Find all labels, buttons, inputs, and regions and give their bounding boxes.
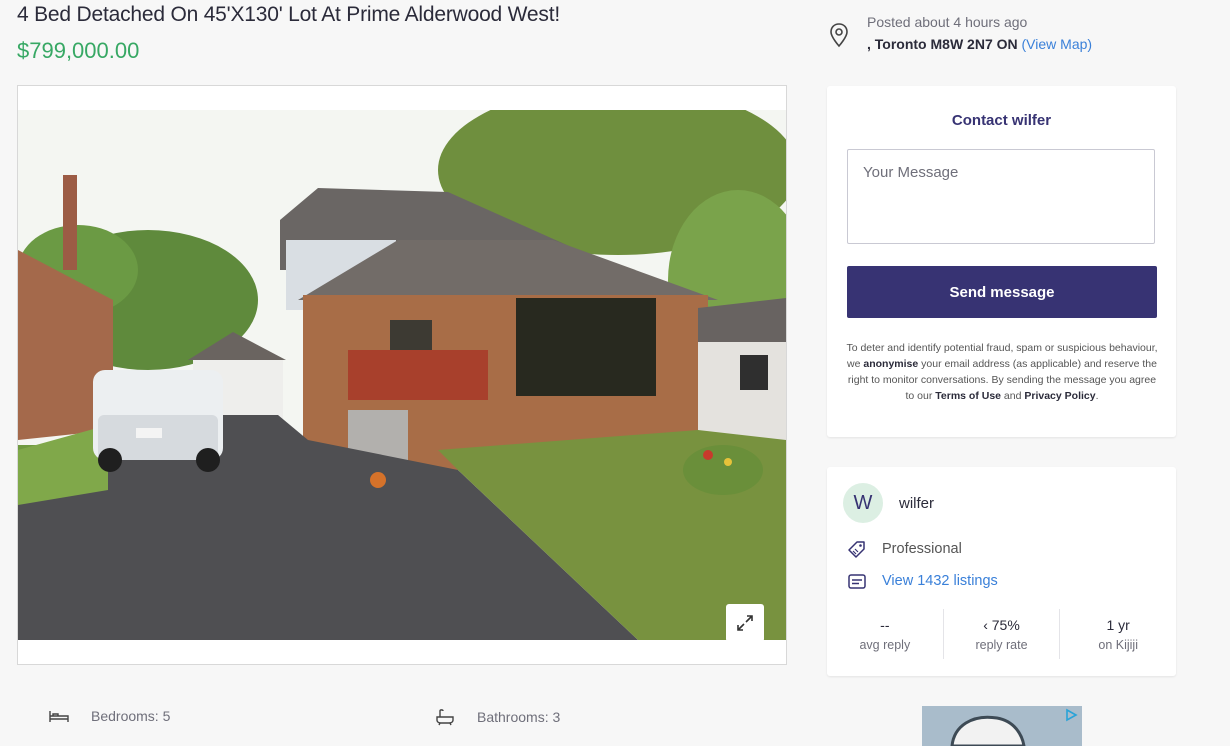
- seller-name[interactable]: wilfer: [899, 495, 934, 512]
- listing-title: 4 Bed Detached On 45'X130' Lot At Prime …: [17, 3, 560, 26]
- view-listings-row[interactable]: View 1432 listings: [847, 571, 998, 591]
- location-text: , Toronto M8W 2N7 ON: [867, 36, 1018, 52]
- expand-photo-button[interactable]: [726, 604, 764, 642]
- ad-image: [922, 706, 1082, 746]
- map-pin-icon: [830, 23, 848, 48]
- bedrooms-attribute: Bedrooms: 5: [49, 708, 170, 724]
- seller-stats: -- avg reply ‹ 75% reply rate 1 yr on Ki…: [827, 609, 1176, 659]
- posted-location: , Toronto M8W 2N7 ON (View Map): [867, 36, 1092, 52]
- contact-card: Contact wilfer Send message To deter and…: [827, 86, 1176, 437]
- message-input[interactable]: [847, 149, 1155, 244]
- listings-icon: [848, 574, 866, 589]
- stat-label: on Kijiji: [1098, 638, 1138, 652]
- bathrooms-attribute: Bathrooms: 3: [435, 708, 560, 726]
- seller-type: Professional: [882, 541, 962, 557]
- stat-label: reply rate: [975, 638, 1028, 652]
- house-photo-image: [18, 110, 786, 640]
- privacy-disclaimer: To deter and identify potential fraud, s…: [845, 340, 1159, 404]
- bed-icon: [49, 711, 69, 722]
- stat-reply-rate: ‹ 75% reply rate: [942, 609, 1060, 659]
- stat-on-kijiji: 1 yr on Kijiji: [1059, 609, 1176, 659]
- send-message-button[interactable]: Send message: [847, 266, 1157, 318]
- privacy-policy-link[interactable]: Privacy Policy: [1024, 390, 1095, 402]
- listing-photo[interactable]: [18, 110, 786, 640]
- bedrooms-label: Bedrooms: 5: [91, 708, 171, 724]
- avatar[interactable]: W: [843, 483, 883, 523]
- listing-price: $799,000.00: [17, 38, 140, 63]
- disclaimer-text-4: .: [1095, 390, 1099, 402]
- view-map-link[interactable]: (View Map): [1022, 36, 1093, 52]
- bathrooms-label: Bathrooms: 3: [477, 709, 561, 725]
- terms-of-use-link[interactable]: Terms of Use: [935, 390, 1001, 402]
- seller-type-row: Professional: [847, 539, 962, 559]
- stat-value: --: [880, 617, 890, 633]
- stat-value: 1 yr: [1106, 617, 1130, 633]
- ad-choices-icon[interactable]: [1064, 708, 1078, 722]
- contact-title: Contact wilfer: [951, 112, 1052, 129]
- stat-avg-reply: -- avg reply: [827, 609, 943, 659]
- posted-time: Posted about 4 hours ago: [867, 14, 1028, 30]
- stat-label: avg reply: [859, 638, 911, 652]
- ad-thumbnail[interactable]: [922, 706, 1082, 746]
- bathtub-icon: [436, 709, 454, 726]
- tag-icon: [848, 541, 865, 558]
- disclaimer-anonymise: anonymise: [863, 358, 919, 370]
- image-gallery: [17, 85, 787, 665]
- expand-icon: [737, 615, 753, 631]
- seller-card: W wilfer Professional View 1432 listings…: [827, 467, 1176, 676]
- disclaimer-text-3: and: [1001, 390, 1025, 402]
- view-listings-link[interactable]: View 1432 listings: [882, 573, 998, 589]
- stat-value: ‹ 75%: [983, 617, 1020, 633]
